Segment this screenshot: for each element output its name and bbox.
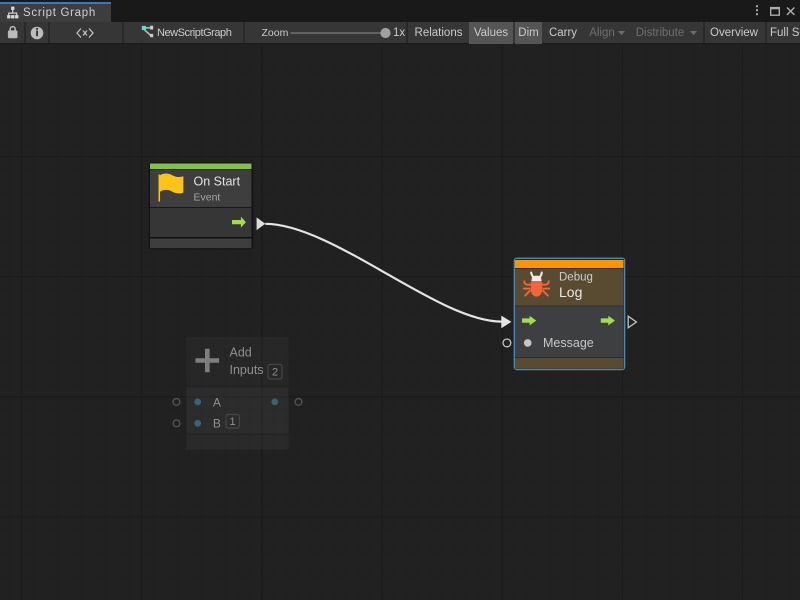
svg-text:1: 1	[230, 416, 236, 428]
svg-text:Inputs: Inputs	[230, 363, 264, 377]
svg-text:Message: Message	[543, 336, 594, 350]
svg-text:Log: Log	[559, 284, 582, 300]
svg-text:B: B	[213, 417, 221, 431]
svg-text:Debug: Debug	[559, 272, 593, 284]
svg-text:Event: Event	[194, 192, 221, 204]
svg-text:On Start: On Start	[194, 175, 241, 189]
svg-text:A: A	[213, 395, 221, 409]
svg-text:2: 2	[272, 367, 278, 379]
svg-text:Add: Add	[230, 346, 252, 360]
